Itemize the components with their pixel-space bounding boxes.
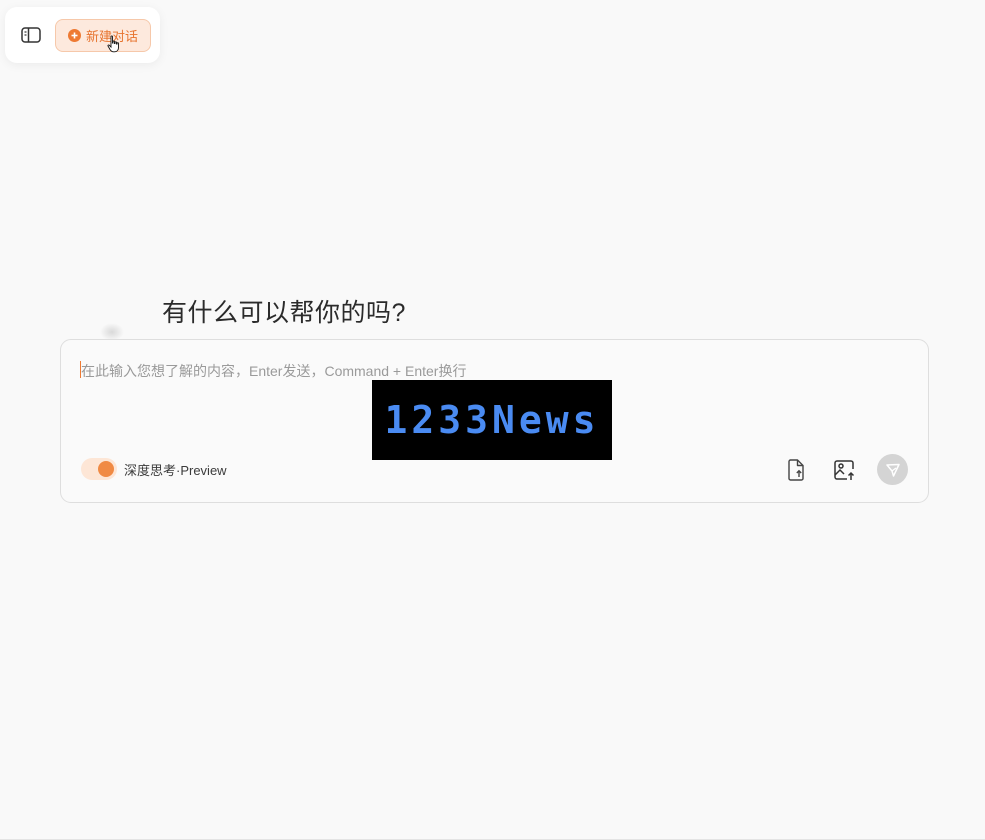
image-upload-icon (834, 459, 855, 480)
message-composer[interactable]: 在此输入您想了解的内容，Enter发送，Command + Enter换行 12… (60, 339, 929, 503)
upload-file-button[interactable] (781, 455, 811, 485)
composer-actions (781, 454, 908, 485)
deep-think-label: 深度思考·Preview (124, 462, 227, 478)
file-upload-icon (788, 458, 804, 481)
sidebar-panel-icon (21, 27, 41, 43)
send-button[interactable] (877, 454, 908, 485)
top-toolbar: 新建对话 (5, 7, 160, 63)
toggle-switch[interactable] (81, 458, 117, 480)
watermark-text: 1233News (384, 398, 600, 442)
toggle-knob (98, 461, 114, 477)
app-root: 新建对话 有什么可以帮你的吗? 在此输入您想了解的内容，Enter发送，Comm… (0, 0, 985, 840)
greeting-heading: 有什么可以帮你的吗? (162, 299, 406, 327)
new-chat-button[interactable]: 新建对话 (55, 18, 151, 52)
sidebar-toggle-button[interactable] (17, 21, 45, 49)
hand-cursor-icon (107, 34, 119, 52)
watermark-logo: 1233News (372, 380, 612, 460)
send-icon (885, 463, 900, 477)
plus-circle-icon (67, 28, 81, 42)
upload-image-button[interactable] (829, 455, 859, 485)
deep-think-toggle[interactable]: 深度思考·Preview (81, 458, 227, 480)
message-input[interactable]: 在此输入您想了解的内容，Enter发送，Command + Enter换行 (81, 361, 466, 381)
